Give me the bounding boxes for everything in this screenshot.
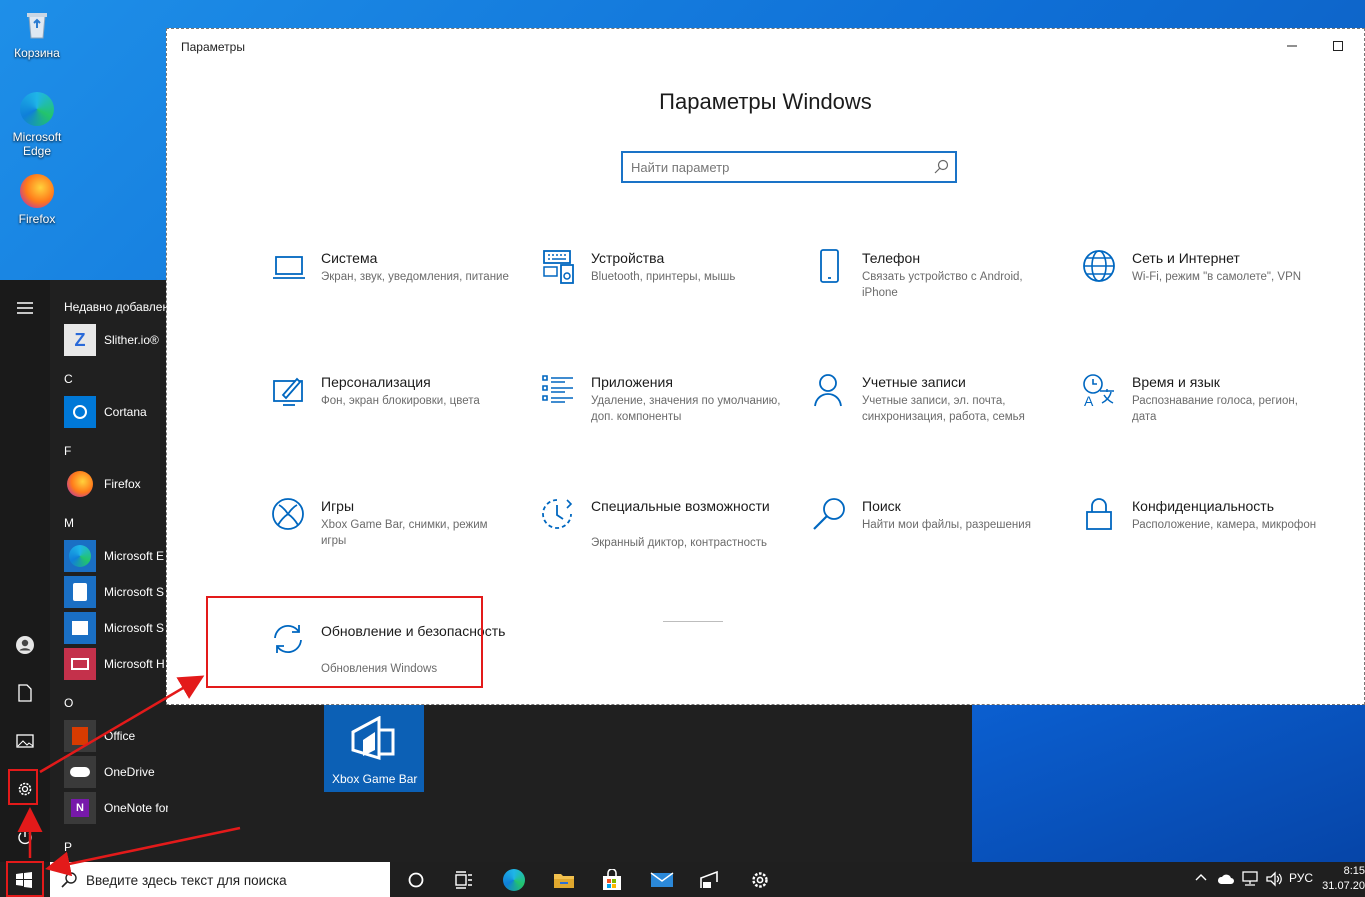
arrow-to-update [39, 675, 205, 774]
annotation-arrows [17, 675, 241, 877]
arrow-to-start [45, 826, 241, 877]
